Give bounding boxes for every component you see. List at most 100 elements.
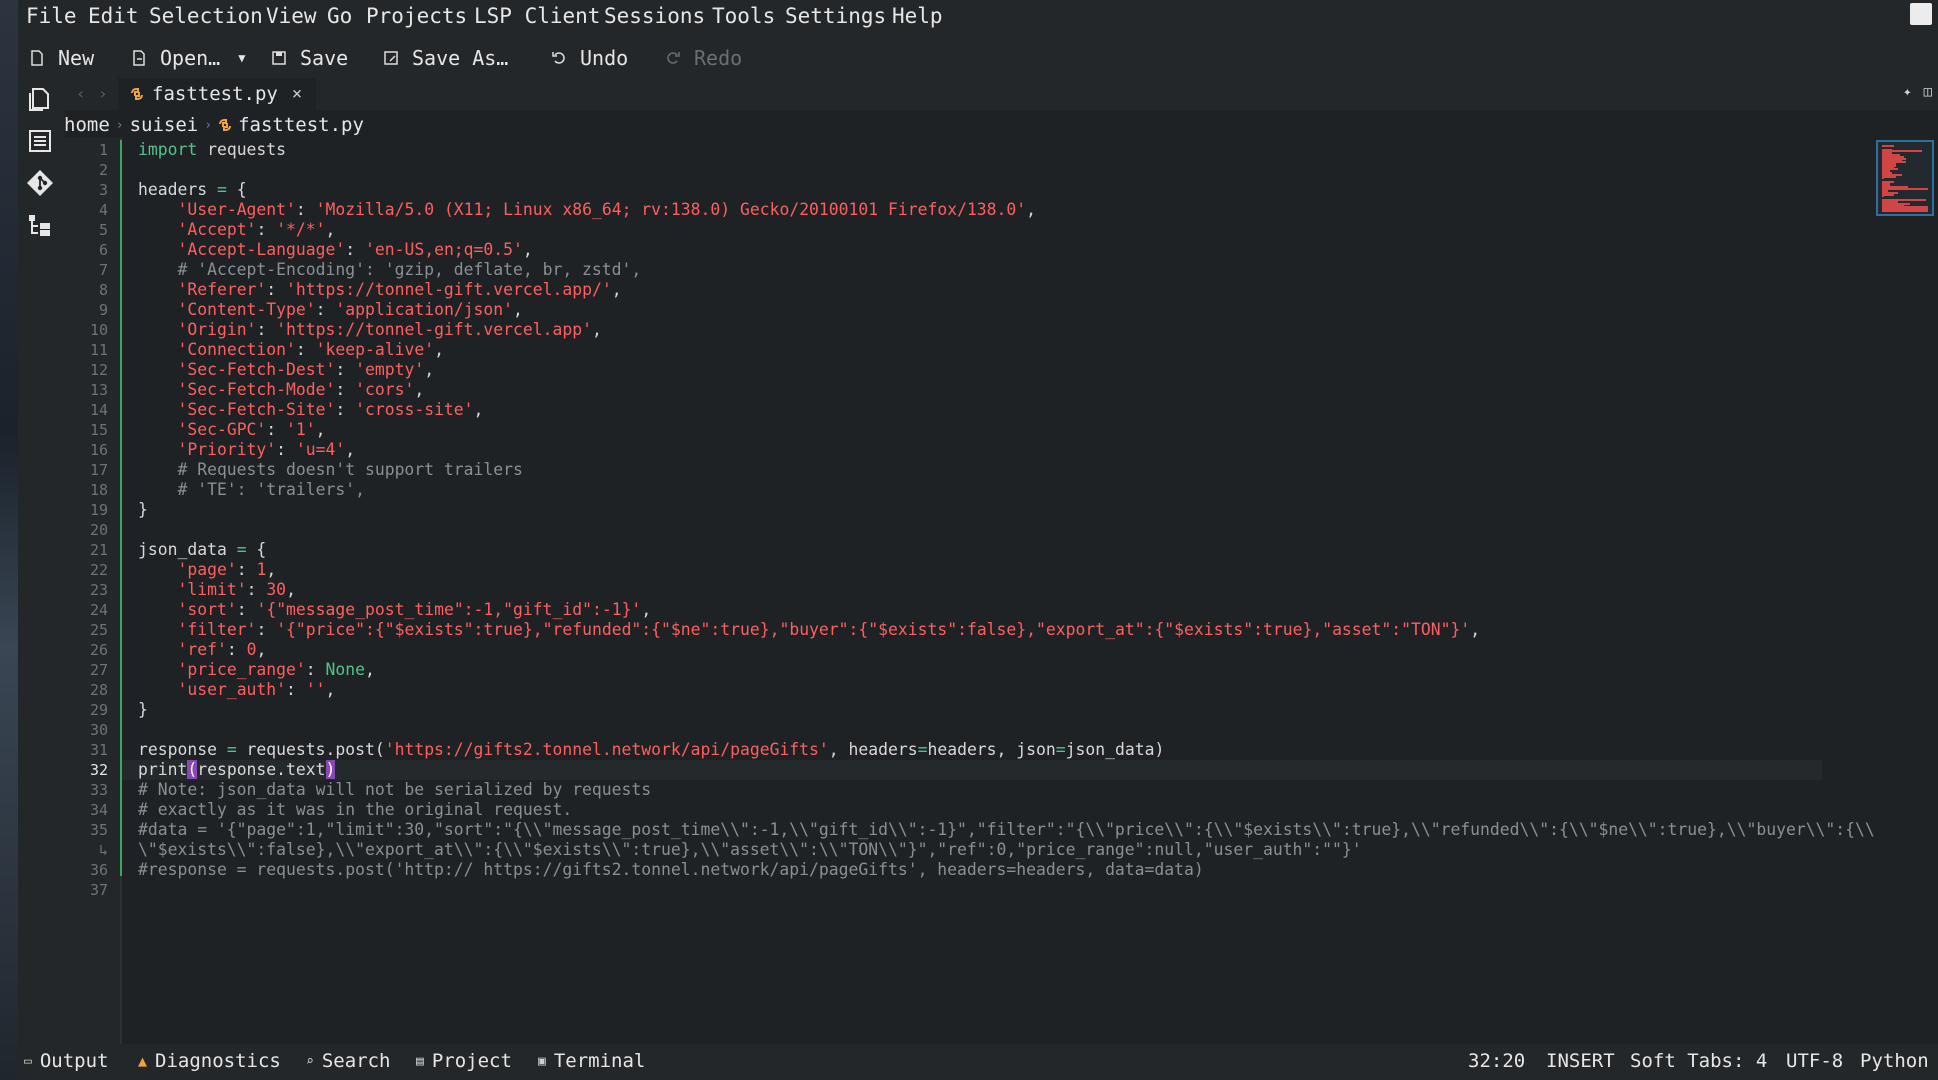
line-number: 19 (89, 501, 108, 519)
code-line[interactable]: #response = requests.post('http:// https… (138, 860, 1204, 880)
menu-projects[interactable]: Projects (366, 4, 467, 28)
code-line[interactable]: # 'TE': 'trailers', (138, 480, 365, 500)
code-line[interactable]: 'Accept': '*/*', (138, 220, 335, 240)
code-line[interactable]: } (138, 500, 148, 520)
open-dropdown-icon[interactable]: ▼ (238, 51, 245, 65)
code-token: , (256, 640, 267, 659)
code-line[interactable]: 'filter': '{"price":{"$exists":true},"re… (138, 620, 1480, 640)
diagnostics-button[interactable]: ▲ Diagnostics (138, 1050, 281, 1072)
code-line[interactable]: # 'Accept-Encoding': 'gzip, deflate, br,… (138, 260, 641, 280)
save-as-button[interactable]: Save As… (382, 40, 508, 76)
new-button[interactable]: New (28, 40, 94, 76)
symbol-list-icon[interactable] (25, 126, 55, 156)
code-token: = (917, 740, 928, 759)
menu-settings[interactable]: Settings (785, 4, 886, 28)
line-number: 35 (89, 821, 108, 839)
menu-file[interactable]: File (26, 4, 77, 28)
code-line[interactable]: headers = { (138, 180, 247, 200)
code-token: , (315, 420, 326, 439)
open-button[interactable]: Open… ▼ (130, 40, 245, 76)
save-as-icon (384, 51, 398, 65)
menu-tools[interactable]: Tools (712, 4, 775, 28)
code-line[interactable]: print(response.text) (138, 760, 336, 780)
project-button[interactable]: ▤ Project (416, 1050, 512, 1072)
pin-icon[interactable]: ✦ (1903, 84, 1911, 100)
line-number: 12 (89, 361, 108, 379)
menu-go[interactable]: Go (327, 4, 352, 28)
output-button[interactable]: ▭ Output (24, 1050, 108, 1072)
project-icon: ▤ (416, 1053, 424, 1069)
breadcrumb-suisei[interactable]: suisei (130, 114, 199, 136)
code-line[interactable]: 'Accept-Language': 'en-US,en;q=0.5', (138, 240, 532, 260)
code-token: 'sort' (177, 600, 237, 619)
code-line[interactable]: 'user_auth': '', (138, 680, 335, 700)
git-icon[interactable] (25, 168, 55, 198)
undo-button[interactable]: Undo (550, 40, 628, 76)
input-mode[interactable]: INSERT (1546, 1050, 1615, 1072)
window-close-button[interactable] (1910, 3, 1932, 25)
breadcrumb-home[interactable]: home (64, 114, 110, 136)
code-line[interactable]: 'sort': '{"message_post_time":-1,"gift_i… (138, 600, 651, 620)
code-line[interactable]: 'Referer': 'https://tonnel-gift.vercel.a… (138, 280, 621, 300)
breadcrumb-file[interactable]: fasttest.py (238, 114, 364, 136)
split-view-icon[interactable]: ◫ (1924, 84, 1932, 100)
code-line[interactable]: 'price_range': None, (138, 660, 374, 680)
code-line[interactable]: 'User-Agent': 'Mozilla/5.0 (X11; Linux x… (138, 200, 1036, 220)
menu-lsp-client[interactable]: LSP Client (474, 4, 600, 28)
code-line[interactable]: 'limit': 30, (138, 580, 295, 600)
output-icon: ▭ (24, 1053, 32, 1069)
code-line[interactable]: 'Sec-Fetch-Dest': 'empty', (138, 360, 434, 380)
code-line[interactable]: 'Content-Type': 'application/json', (138, 300, 522, 320)
redo-button[interactable]: Redo (664, 40, 742, 76)
nav-forward-icon[interactable]: › (98, 84, 108, 103)
documents-icon[interactable] (25, 84, 55, 114)
minimap[interactable] (1876, 140, 1934, 216)
menu-edit[interactable]: Edit (88, 4, 139, 28)
code-line[interactable]: \"$exists\\":false},\\"export_at\\":{\\"… (138, 840, 1362, 860)
save-button[interactable]: Save (270, 40, 348, 76)
code-line[interactable]: import requests (138, 140, 286, 160)
menu-selection[interactable]: Selection (149, 4, 263, 28)
menu-sessions[interactable]: Sessions (604, 4, 705, 28)
code-line[interactable]: } (138, 700, 148, 720)
code-token: , (345, 440, 356, 459)
code-token: 'Sec-Fetch-Mode' (177, 380, 336, 399)
cursor-position[interactable]: 32:20 (1468, 1050, 1525, 1072)
code-editor[interactable]: import requests headers = { 'User-Agent':… (138, 138, 1938, 1044)
code-line[interactable]: 'ref': 0, (138, 640, 266, 660)
code-token: : (295, 200, 316, 219)
code-line[interactable]: 'Connection': 'keep-alive', (138, 340, 443, 360)
code-line[interactable]: 'Sec-Fetch-Site': 'cross-site', (138, 400, 483, 420)
new-button-label: New (58, 46, 95, 70)
code-line[interactable]: # Requests doesn't support trailers (138, 460, 522, 480)
code-line[interactable]: # exactly as it was in the original requ… (138, 800, 572, 820)
code-line[interactable]: 'Origin': 'https://tonnel-gift.vercel.ap… (138, 320, 601, 340)
search-button[interactable]: ⌕ Search (306, 1050, 390, 1072)
indentation-setting[interactable]: Soft Tabs: 4 (1630, 1050, 1767, 1072)
code-line[interactable]: # Note: json_data will not be serialized… (138, 780, 651, 800)
tab-fasttest[interactable]: fasttest.py × (118, 78, 317, 110)
code-line[interactable]: 'page': 1, (138, 560, 276, 580)
code-line[interactable]: 'Priority': 'u=4', (138, 440, 355, 460)
code-line[interactable]: 'Sec-GPC': '1', (138, 420, 326, 440)
code-line[interactable]: json_data = { (138, 540, 266, 560)
code-line[interactable]: 'Sec-Fetch-Mode': 'cors', (138, 380, 424, 400)
menu-view[interactable]: View (266, 4, 317, 28)
nav-back-icon[interactable]: ‹ (76, 84, 86, 103)
code-line[interactable]: #data = '{"page":1,"limit":30,"sort":"{\… (138, 820, 1875, 840)
line-number: 37 (89, 881, 108, 899)
open-button-label: Open… (160, 46, 221, 70)
code-token: } (138, 700, 148, 719)
code-token: 'User-Agent' (177, 200, 296, 219)
code-line[interactable]: response = requests.post('https://gifts2… (138, 740, 1164, 760)
language-mode[interactable]: Python (1860, 1050, 1929, 1072)
warning-icon: ▲ (138, 1052, 148, 1070)
code-token: json_data) (1065, 740, 1165, 759)
encoding-setting[interactable]: UTF-8 (1786, 1050, 1843, 1072)
project-tree-icon[interactable] (25, 210, 55, 240)
tab-close-icon[interactable]: × (292, 84, 302, 104)
menu-help[interactable]: Help (892, 4, 943, 28)
terminal-button[interactable]: ▣ Terminal (538, 1050, 645, 1072)
